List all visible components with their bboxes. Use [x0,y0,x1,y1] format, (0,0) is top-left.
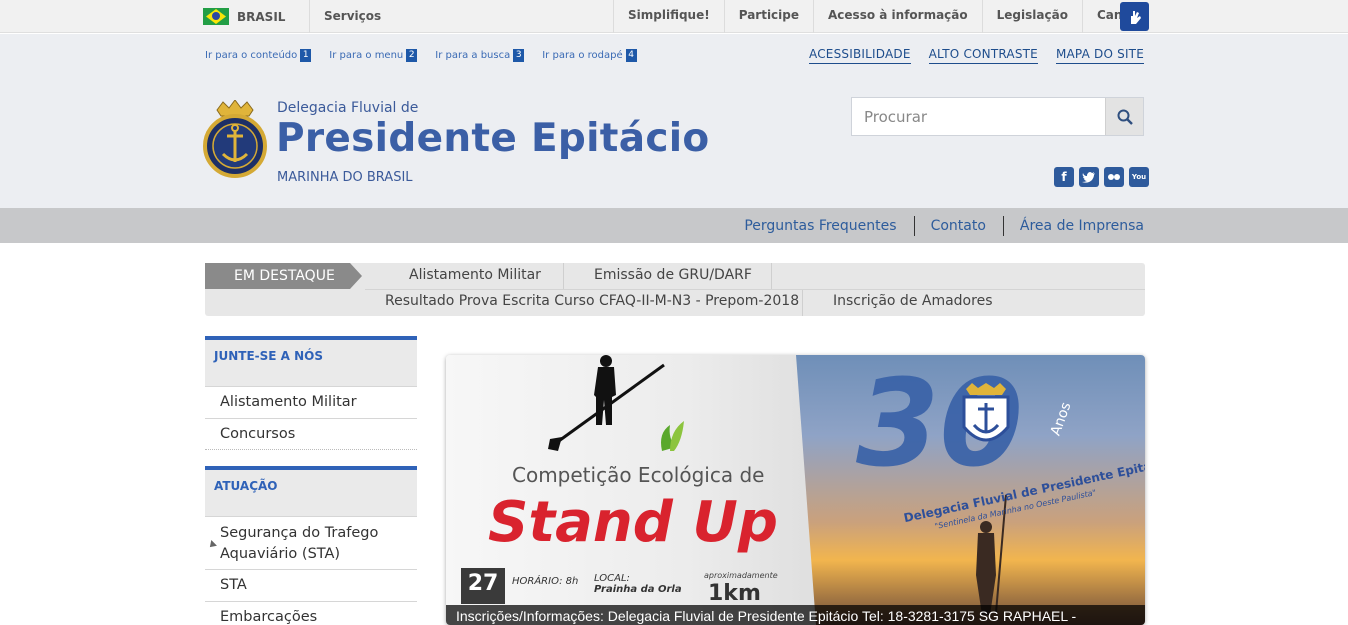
social-links: f You [1049,167,1149,187]
servicos-link[interactable]: Serviços [324,0,381,33]
gov-links: Simplifique! Participe Acesso à informaç… [613,0,1156,33]
skip-to-content-link[interactable]: Ir para o conteúdo 1 [205,49,312,62]
acessibilidade-link[interactable]: ACESSIBILIDADE [809,47,911,64]
contato-link[interactable]: Contato [915,218,986,234]
expand-arrow-icon [207,540,217,550]
site-header: Ir para o conteúdo 1 Ir para o menu 2 Ir p… [0,34,1348,208]
banner-local: LOCAL: Prainha da Orla [594,573,682,595]
search-icon [1117,109,1133,125]
skip-to-search-link[interactable]: Ir para a busca 3 [435,49,525,62]
perguntas-frequentes-link[interactable]: Perguntas Frequentes [728,218,896,234]
sidebar-item-sta[interactable]: STA [205,569,417,601]
destaque-row-divider [365,289,1145,290]
skip-links: Ir para o conteúdo 1 Ir para o menu 2 Ir p… [205,49,655,62]
paddler-silhouette-icon [548,355,665,451]
sidebar-item-alistamento[interactable]: Alistamento Militar [205,386,417,418]
flickr-icon[interactable] [1104,167,1124,187]
facebook-icon[interactable]: f [1054,167,1074,187]
twitter-icon[interactable] [1079,167,1099,187]
destaque-divider [563,263,564,289]
mapa-do-site-link[interactable]: MAPA DO SITE [1055,47,1144,64]
banner-distance: 1km [708,581,761,606]
destaque-divider [802,290,803,316]
brasil-label: BRASIL [237,9,286,24]
skip-to-menu-link[interactable]: Ir para o menu 2 [329,49,418,62]
banner-left-panel: Competição Ecológica de Stand Up 27 HORÁ… [446,355,846,625]
youtube-icon[interactable]: You [1129,167,1149,187]
search-input[interactable] [852,98,1105,135]
carousel-caption[interactable]: Inscrições/Informações: Delegacia Fluvia… [446,605,1145,625]
sidebar-item-label: Segurança do Trafego Aquaviário (STA) [220,525,379,562]
leaf-icon [661,421,684,451]
em-destaque-tag: EM DESTAQUE [205,263,362,289]
destaque-item[interactable]: Alistamento Militar [409,267,541,283]
secondary-nav: Perguntas Frequentes Contato Área de Imp… [0,208,1348,243]
banner-competition-line: Competição Ecológica de [512,463,765,487]
sidebar-item-concursos[interactable]: Concursos [205,418,417,450]
simplifique-link[interactable]: Simplifique! [613,0,724,33]
alto-contraste-link[interactable]: ALTO CONTRASTE [928,47,1038,64]
acesso-informacao-link[interactable]: Acesso à informação [813,0,982,33]
brasil-link[interactable]: BRASIL [203,0,310,33]
sidebar-section-title: ATUAÇÃO [205,466,417,516]
banner-approx: aproximadamente [704,571,778,580]
skip-to-footer-link[interactable]: Ir para o rodapé 4 [542,49,637,62]
banner-headline: Stand Up [488,490,778,555]
destaque-item[interactable]: Resultado Prova Escrita Curso CFAQ-II-M-… [385,293,799,309]
vlibras-hand-icon[interactable] [1120,2,1149,31]
legislacao-link[interactable]: Legislação [981,0,1082,33]
marinha-emblem-icon [962,383,1010,442]
destaque-divider [771,263,772,289]
participe-link[interactable]: Participe [723,0,813,33]
banner-horario: HORÁRIO: 8h [512,576,579,587]
accessibility-links: ACESSIBILIDADE ALTO CONTRASTE MAPA DO SI… [791,47,1144,64]
sidebar-item-embarcacoes[interactable]: Embarcações [205,601,417,625]
gov-top-bar: BRASIL Serviços Simplifique! Participe A… [0,0,1348,33]
site-title[interactable]: Presidente Epitácio [276,116,710,161]
marinha-logo[interactable] [203,99,267,182]
brazil-flag-icon [203,8,229,25]
sidebar-menu: JUNTE-SE A NÓS Alistamento Militar Concu… [205,336,417,625]
banner-date: 27 [461,568,505,604]
sidebar-item-seguranca[interactable]: Segurança do Trafego Aquaviário (STA) [205,516,417,569]
search-button[interactable] [1105,98,1143,135]
area-imprensa-link[interactable]: Área de Imprensa [1004,218,1144,234]
sidebar-section-title: JUNTE-SE A NÓS [205,336,417,386]
site-kicker: Delegacia Fluvial de [277,100,419,116]
news-carousel[interactable]: Competição Ecológica de Stand Up 27 HORÁ… [446,355,1145,625]
site-subtitle: MARINHA DO BRASIL [277,170,413,185]
search-box [851,97,1144,136]
destaque-item[interactable]: Inscrição de Amadores [833,293,992,309]
highlights-bar: EM DESTAQUE Alistamento Militar Emissão … [205,263,1145,316]
destaque-item[interactable]: Emissão de GRU/DARF [594,267,752,283]
